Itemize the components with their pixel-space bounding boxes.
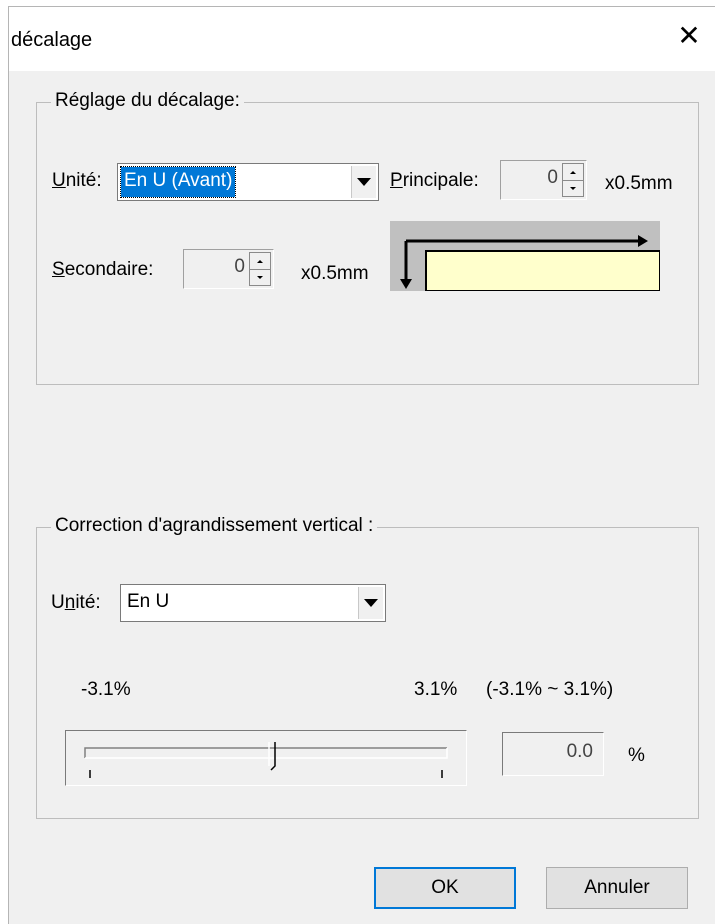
offset-unit-label: Unité: bbox=[52, 170, 102, 191]
title-bar: décalage ✕ bbox=[9, 7, 715, 71]
chevron-down-icon[interactable] bbox=[358, 587, 383, 619]
main-offset-value: 0 bbox=[547, 167, 558, 188]
sub-offset-spinner[interactable]: 0 bbox=[183, 249, 274, 289]
offset-unit-dropdown[interactable]: En U (Avant) bbox=[117, 163, 379, 201]
spin-down-icon[interactable] bbox=[250, 269, 270, 285]
slider-min-label: -3.1% bbox=[81, 679, 131, 700]
sub-offset-value: 0 bbox=[234, 256, 245, 277]
main-offset-spinner[interactable]: 0 bbox=[500, 160, 587, 200]
spin-down-icon[interactable] bbox=[563, 180, 583, 196]
offset-group-title: Réglage du décalage: bbox=[51, 90, 244, 112]
chevron-down-icon[interactable] bbox=[351, 166, 376, 198]
magnification-value: 0.0 bbox=[566, 741, 593, 762]
sub-offset-updown[interactable] bbox=[249, 252, 271, 286]
magnification-unit-dropdown[interactable]: En U bbox=[120, 584, 386, 622]
spin-up-icon[interactable] bbox=[563, 164, 583, 181]
close-icon[interactable]: ✕ bbox=[674, 21, 704, 51]
slider-max-label: 3.1% bbox=[414, 679, 458, 700]
magnification-slider[interactable] bbox=[65, 730, 467, 786]
main-offset-label: Principale: bbox=[390, 170, 479, 191]
slider-range-label: (-3.1% ~ 3.1%) bbox=[486, 679, 614, 700]
offset-unit-value: En U (Avant) bbox=[119, 166, 237, 198]
main-offset-updown[interactable] bbox=[562, 163, 584, 197]
spin-up-icon[interactable] bbox=[250, 253, 270, 270]
magnification-percent-unit: % bbox=[628, 745, 645, 766]
cancel-button[interactable]: Annuler bbox=[546, 867, 688, 909]
ok-button[interactable]: OK bbox=[374, 867, 516, 909]
dialog-window: décalage ✕ Réglage du décalage: Unité: E… bbox=[8, 6, 715, 924]
sub-offset-label: Secondaire: bbox=[52, 259, 154, 280]
magnification-unit-label: Unité: bbox=[51, 592, 101, 613]
magnification-unit-value: En U bbox=[127, 591, 170, 612]
offset-preview-icon bbox=[390, 221, 660, 291]
magnification-value-field[interactable]: 0.0 bbox=[502, 732, 604, 776]
main-offset-unit: x0.5mm bbox=[605, 173, 673, 194]
window-title: décalage bbox=[11, 29, 93, 51]
slider-thumb[interactable] bbox=[268, 742, 276, 771]
magnification-group-title: Correction d'agrandissement vertical : bbox=[51, 515, 378, 537]
sub-offset-unit: x0.5mm bbox=[301, 263, 369, 284]
